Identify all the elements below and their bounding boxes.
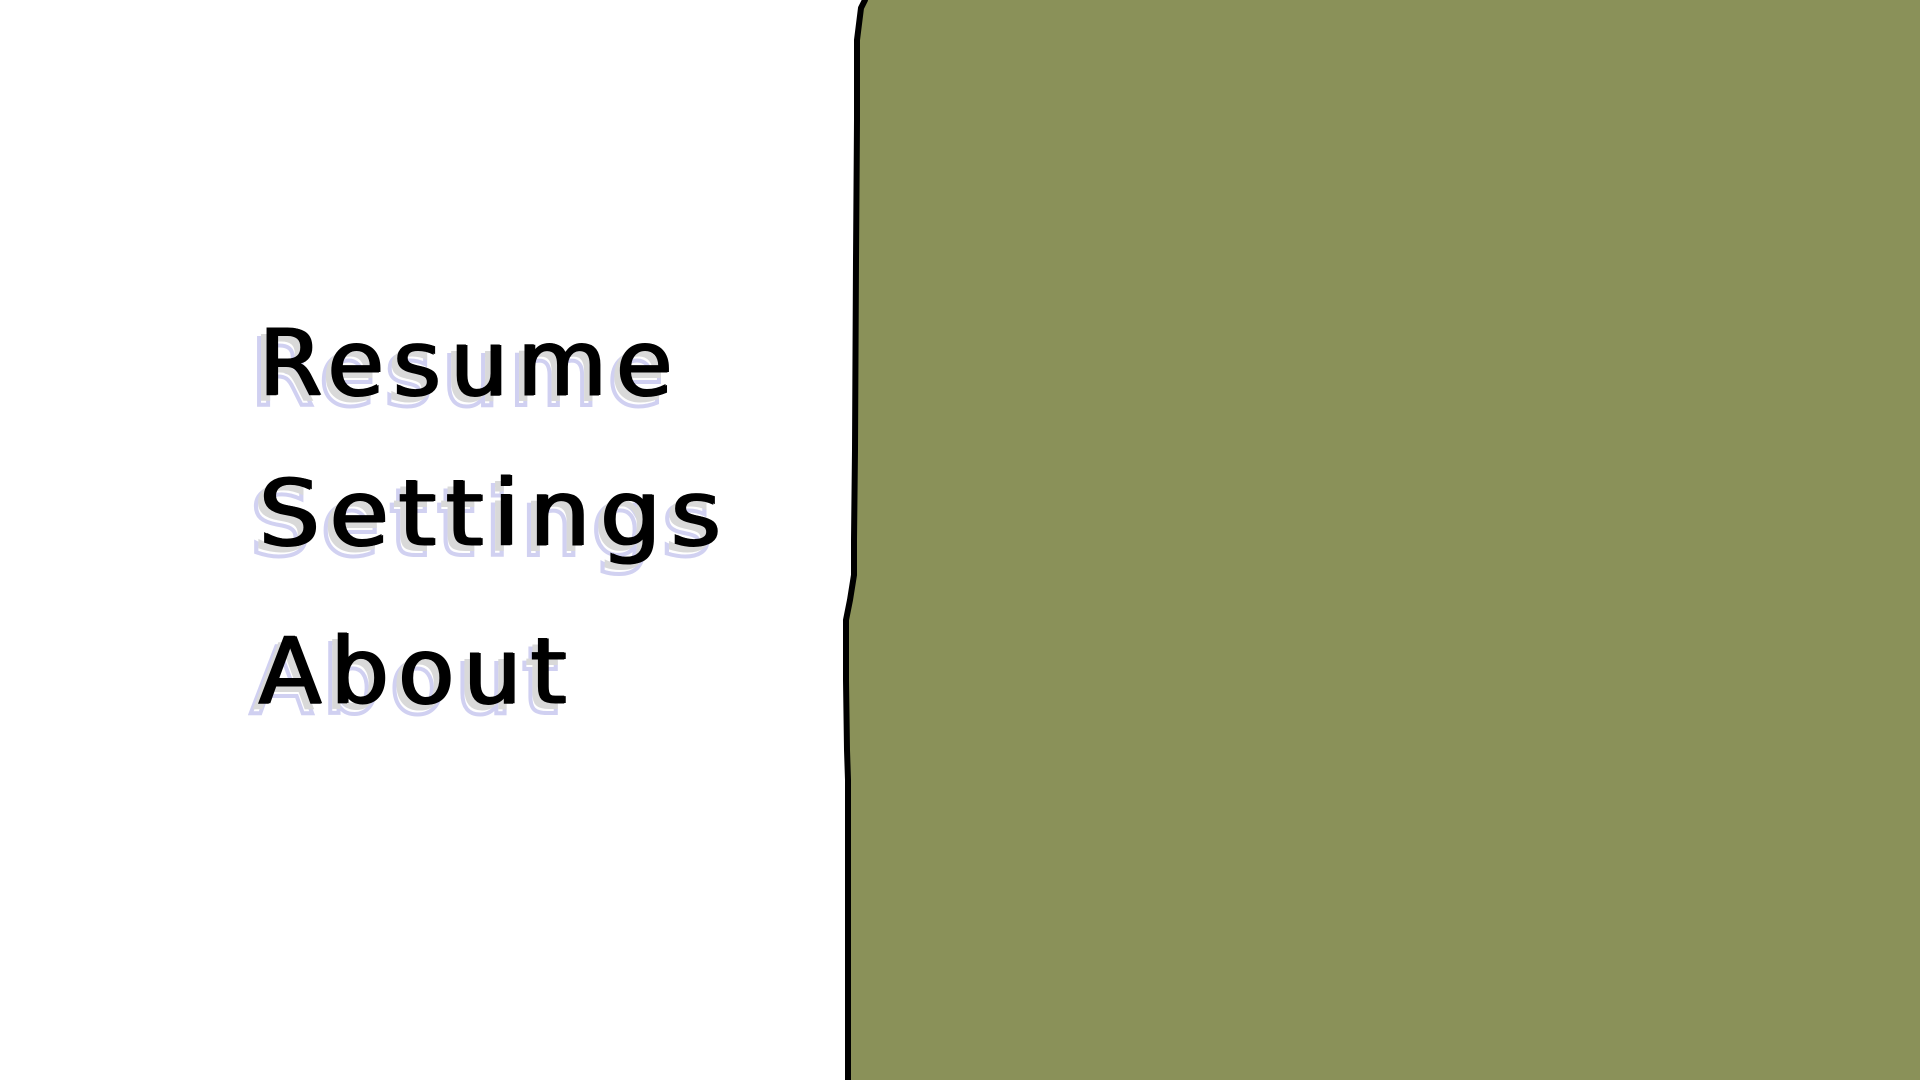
green-field (846, 0, 1920, 1080)
pause-menu: Resume Resume Resume Settings Settings S… (247, 317, 720, 768)
resume-label: Resume (258, 310, 681, 417)
about-button[interactable]: About About About (248, 625, 575, 730)
resume-button[interactable]: Resume Resume Resume (248, 317, 681, 422)
settings-button[interactable]: Settings Settings Settings (247, 467, 730, 572)
settings-label: Settings (257, 460, 730, 567)
about-label: About (257, 618, 576, 725)
game-screen: Resume Resume Resume Settings Settings S… (0, 0, 1920, 1080)
